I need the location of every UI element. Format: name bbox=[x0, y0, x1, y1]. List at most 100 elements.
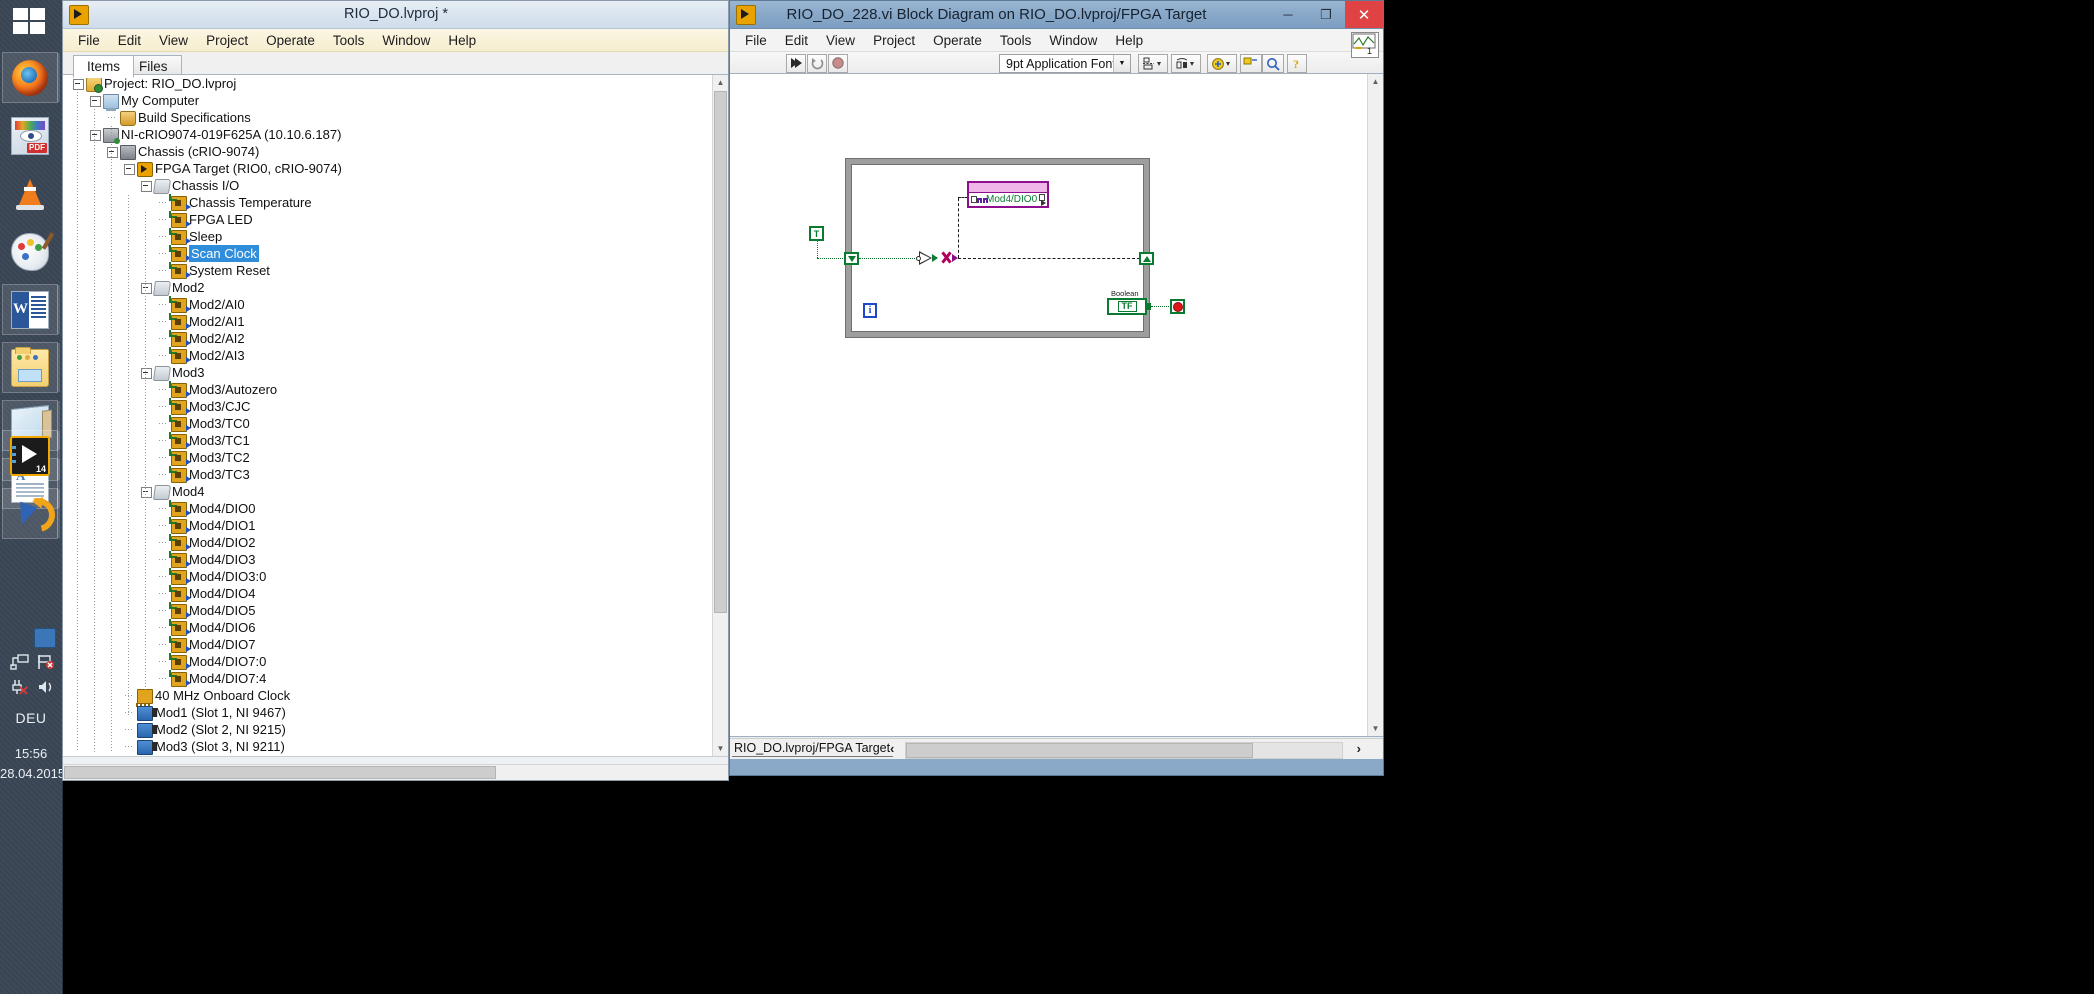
taskbar-item-labview[interactable]: 14 bbox=[2, 430, 60, 481]
run-button[interactable] bbox=[786, 54, 806, 73]
tree-expander-minus-icon[interactable] bbox=[141, 181, 152, 192]
tree-row[interactable]: Mod2/AI3 bbox=[63, 347, 728, 364]
iteration-terminal[interactable]: i bbox=[863, 303, 877, 318]
flag-icon[interactable] bbox=[36, 653, 56, 671]
minimize-button[interactable]: ─ bbox=[1269, 1, 1307, 28]
tree-row[interactable]: Mod3/TC0 bbox=[63, 415, 728, 432]
volume-icon[interactable] bbox=[36, 678, 56, 696]
tree-row[interactable]: Chassis (cRIO-9074) bbox=[63, 143, 728, 160]
tree-row[interactable]: Mod2 (Slot 2, NI 9215) bbox=[63, 721, 728, 738]
tree-row[interactable]: Mod4/DIO3:0 bbox=[63, 568, 728, 585]
tree-row[interactable]: Mod2/AI2 bbox=[63, 330, 728, 347]
tree-row[interactable]: FPGA LED bbox=[63, 211, 728, 228]
tree-row[interactable]: 40 MHz Onboard Clock bbox=[63, 687, 728, 707]
menu-project[interactable]: Project bbox=[197, 32, 257, 49]
tree-row[interactable]: Mod3/TC1 bbox=[63, 432, 728, 449]
tree-row[interactable]: Mod4/DIO1 bbox=[63, 517, 728, 534]
diagram-scroll-up-icon[interactable]: ▲ bbox=[1368, 74, 1383, 89]
abort-execution-button[interactable] bbox=[828, 54, 848, 73]
tree-row[interactable]: Mod4/DIO6 bbox=[63, 619, 728, 636]
project-tree[interactable]: Project: RIO_DO.lvproj My Computer Build S… bbox=[63, 74, 728, 756]
tree-row[interactable]: Chassis I/O bbox=[63, 177, 728, 194]
scroll-right-button[interactable]: › bbox=[1357, 741, 1361, 756]
bd-menu-project[interactable]: Project bbox=[864, 32, 924, 49]
menu-file[interactable]: File bbox=[69, 32, 109, 49]
boolean-indicator[interactable]: TF bbox=[1107, 298, 1147, 315]
clock-date[interactable]: 28.04.2015 bbox=[0, 766, 65, 781]
project-horizontal-scrollbar[interactable] bbox=[63, 764, 728, 780]
bd-menu-view[interactable]: View bbox=[817, 32, 864, 49]
tree-row[interactable]: Mod2/AI0 bbox=[63, 296, 728, 313]
tree-row[interactable]: Sleep bbox=[63, 228, 728, 245]
tree-row[interactable]: Mod1 (Slot 1, NI 9467) bbox=[63, 704, 728, 721]
h-scroll-thumb[interactable] bbox=[64, 766, 496, 779]
taskbar-item-pdf-reader[interactable]: PDF bbox=[2, 110, 58, 161]
menu-operate[interactable]: Operate bbox=[257, 32, 324, 49]
start-button[interactable] bbox=[13, 8, 49, 38]
tree-row[interactable]: Mod3/Autozero bbox=[63, 381, 728, 398]
tree-row[interactable]: System Reset bbox=[63, 262, 728, 279]
font-selector[interactable]: 9pt Application Font ▼ bbox=[999, 54, 1131, 73]
fpga-io-node[interactable]: Mod4/DIO0 bbox=[967, 181, 1049, 208]
tree-row[interactable]: FPGA Target (RIO0, cRIO-9074) bbox=[63, 160, 728, 177]
bd-menu-tools[interactable]: Tools bbox=[991, 32, 1041, 49]
tree-row[interactable]: Mod3/CJC bbox=[63, 398, 728, 415]
tree-row[interactable]: Mod4/DIO2 bbox=[63, 534, 728, 551]
bd-menu-window[interactable]: Window bbox=[1040, 32, 1106, 49]
tree-row[interactable]: Build Specifications bbox=[63, 109, 728, 126]
scroll-left-button[interactable]: ‹ bbox=[890, 741, 894, 756]
context-help-button[interactable]: ? bbox=[1287, 54, 1307, 73]
scroll-down-icon[interactable]: ▼ bbox=[713, 741, 728, 756]
tree-row[interactable]: Mod2 bbox=[63, 279, 728, 296]
network-icon[interactable] bbox=[10, 653, 30, 671]
tree-row[interactable]: Mod2/AI1 bbox=[63, 313, 728, 330]
reorder-button[interactable] bbox=[1207, 54, 1237, 73]
taskbar-item-paint[interactable] bbox=[2, 226, 58, 277]
loop-condition-terminal[interactable] bbox=[1170, 299, 1185, 314]
tree-row[interactable]: Mod3 bbox=[63, 364, 728, 381]
scroll-thumb[interactable] bbox=[714, 91, 727, 613]
menu-window[interactable]: Window bbox=[373, 32, 439, 49]
clean-up-diagram-button[interactable] bbox=[1240, 54, 1262, 73]
taskbar-item-explorer[interactable] bbox=[2, 342, 60, 393]
status-horizontal-scroll-track[interactable] bbox=[905, 742, 1343, 759]
tree-row[interactable]: Mod4/DIO0 bbox=[63, 500, 728, 517]
diagram-scroll-down-icon[interactable]: ▼ bbox=[1368, 721, 1383, 736]
tree-row[interactable]: Mod4/DIO7:4 bbox=[63, 670, 728, 687]
run-continuously-button[interactable] bbox=[807, 54, 827, 73]
ni-tray-icon[interactable] bbox=[34, 628, 56, 648]
output-tunnel[interactable] bbox=[1139, 252, 1154, 265]
input-tunnel[interactable] bbox=[844, 252, 859, 265]
bd-menu-file[interactable]: File bbox=[736, 32, 776, 49]
tree-row[interactable]: Project: RIO_DO.lvproj bbox=[63, 75, 728, 93]
tree-row[interactable]: Mod4/DIO3 bbox=[63, 551, 728, 568]
diagram-scroll-track[interactable] bbox=[1369, 90, 1382, 690]
language-indicator[interactable]: DEU bbox=[0, 710, 62, 726]
menu-edit[interactable]: Edit bbox=[109, 32, 150, 49]
menu-tools[interactable]: Tools bbox=[324, 32, 374, 49]
clock-time[interactable]: 15:56 bbox=[0, 746, 62, 761]
project-window-titlebar[interactable]: RIO_DO.lvproj * bbox=[63, 1, 728, 29]
distribute-objects-button[interactable] bbox=[1171, 54, 1201, 73]
tree-row[interactable]: Chassis Temperature bbox=[63, 194, 728, 211]
taskbar-item-firefox[interactable] bbox=[2, 52, 60, 103]
taskbar-item-max[interactable] bbox=[2, 488, 62, 539]
tree-row[interactable]: Mod4/DIO4 bbox=[63, 585, 728, 602]
bd-menu-edit[interactable]: Edit bbox=[776, 32, 817, 49]
taskbar-item-word[interactable]: W bbox=[2, 284, 60, 335]
tree-row[interactable]: Mod4/DIO5 bbox=[63, 602, 728, 619]
tree-row[interactable]: Mod3/TC3 bbox=[63, 466, 728, 483]
tree-row[interactable]: Mod3/TC2 bbox=[63, 449, 728, 466]
tree-expander-minus-icon[interactable] bbox=[124, 164, 135, 175]
align-objects-button[interactable] bbox=[1138, 54, 1168, 73]
block-diagram-canvas[interactable]: T Mod4/DIO0 Boolean TF i ▲ ▼ bbox=[730, 73, 1383, 737]
tree-row[interactable]: Mod3 (Slot 3, NI 9211) bbox=[63, 738, 728, 755]
tree-row[interactable]: Scan Clock bbox=[63, 245, 728, 262]
bd-menu-operate[interactable]: Operate bbox=[924, 32, 991, 49]
tree-expander-minus-icon[interactable] bbox=[90, 96, 101, 107]
taskbar-item-vlc[interactable] bbox=[2, 168, 58, 219]
block-diagram-titlebar[interactable]: RIO_DO_228.vi Block Diagram on RIO_DO.lv… bbox=[730, 1, 1383, 29]
tree-expander-minus-icon[interactable] bbox=[90, 130, 101, 141]
tab-items[interactable]: Items bbox=[73, 55, 135, 78]
power-icon[interactable] bbox=[10, 678, 30, 696]
